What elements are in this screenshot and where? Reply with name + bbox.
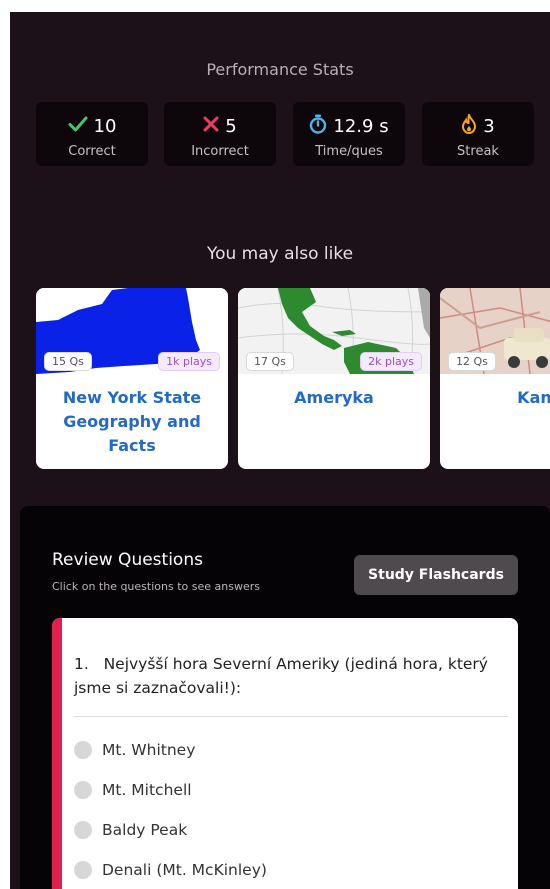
check-icon (68, 116, 88, 136)
stopwatch-icon (309, 114, 327, 138)
stat-time-per-question: 12.9 s Time/ques (293, 102, 405, 166)
quiz-card-kanada[interactable]: 12 Qs Kanada (440, 288, 550, 469)
review-questions-section: Review Questions Click on the questions … (20, 506, 550, 889)
stat-streak: 3 Streak (422, 102, 534, 166)
question-count-badge: 15 Qs (44, 352, 92, 371)
quiz-thumbnail-americas-map: 17 Qs 2k plays (238, 288, 430, 374)
quiz-results-screen: Performance Stats 10 Correct 5 Incorrect (10, 12, 550, 889)
review-questions-title: Review Questions (52, 550, 203, 570)
answer-option-text: Mt. Mitchell (102, 781, 192, 799)
question-card[interactable]: 1. Nejvyšší hora Severní Ameriky (jediná… (52, 618, 518, 889)
stat-label: Time/ques (315, 144, 383, 159)
flame-icon (461, 111, 477, 138)
quiz-card-title: Ameryka (294, 388, 374, 407)
performance-stats: 10 Correct 5 Incorrect 12.9 s Time/ques (36, 102, 550, 166)
stat-value: 3 (483, 115, 495, 137)
answer-option-text: Baldy Peak (102, 821, 188, 839)
answer-option-text: Denali (Mt. McKinley) (102, 861, 267, 879)
radio-dot-icon (74, 781, 92, 799)
quiz-thumbnail-road-map-car: 12 Qs (440, 288, 550, 374)
quiz-card-new-york[interactable]: 15 Qs 1k plays New York State Geography … (36, 288, 228, 469)
stat-label: Streak (457, 144, 499, 159)
answer-option[interactable]: Mt. Whitney (74, 730, 508, 770)
radio-dot-icon (74, 741, 92, 759)
divider (74, 716, 508, 717)
stat-incorrect: 5 Incorrect (164, 102, 276, 166)
radio-dot-icon (74, 861, 92, 879)
question-text: 1. Nejvyšší hora Severní Ameriky (jediná… (74, 655, 488, 697)
plays-count-badge: 2k plays (360, 352, 422, 371)
stat-value: 5 (225, 115, 237, 137)
answer-option[interactable]: Denali (Mt. McKinley) (74, 850, 508, 889)
quiz-card-ameryka[interactable]: 17 Qs 2k plays Ameryka (238, 288, 430, 469)
plays-count-badge: 1k plays (158, 352, 220, 371)
stat-value: 10 (93, 115, 117, 137)
question-count-badge: 12 Qs (448, 352, 496, 371)
quiz-card-title: New York State Geography and Facts (62, 388, 202, 455)
question-count-badge: 17 Qs (246, 352, 294, 371)
study-flashcards-button[interactable]: Study Flashcards (354, 555, 518, 595)
answer-option-text: Mt. Whitney (102, 741, 196, 759)
quiz-card-title: Kanada (517, 388, 550, 407)
stat-value: 12.9 s (333, 115, 389, 137)
stat-label: Correct (68, 144, 116, 159)
radio-dot-icon (74, 821, 92, 839)
answer-option[interactable]: Baldy Peak (74, 810, 508, 850)
performance-stats-title: Performance Stats (206, 60, 354, 79)
review-questions-subtitle: Click on the questions to see answers (52, 580, 260, 593)
incorrect-indicator-bar (52, 618, 62, 889)
cross-icon (203, 116, 219, 136)
answer-options: Mt. Whitney Mt. Mitchell Baldy Peak Dena… (74, 730, 508, 889)
stat-label: Incorrect (191, 144, 249, 159)
recommendations-title: You may also like (206, 244, 354, 264)
recommended-quizzes: 15 Qs 1k plays New York State Geography … (36, 288, 550, 470)
stat-correct: 10 Correct (36, 102, 148, 166)
answer-option[interactable]: Mt. Mitchell (74, 770, 508, 810)
quiz-thumbnail-new-york-map: 15 Qs 1k plays (36, 288, 228, 374)
